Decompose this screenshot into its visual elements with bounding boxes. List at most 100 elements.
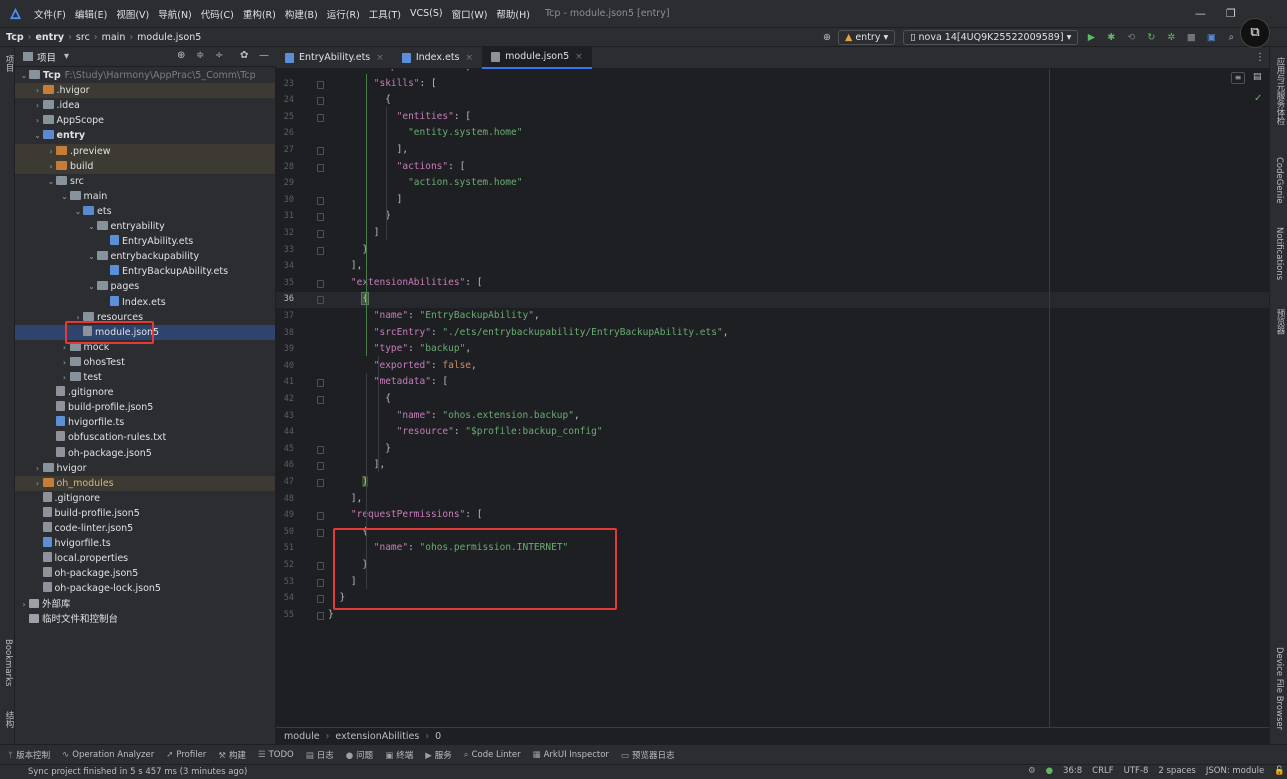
tree-item-entrybackupability[interactable]: ⌄ entrybackupability xyxy=(15,249,275,264)
chevron-down-icon[interactable]: ⌄ xyxy=(46,174,56,189)
tool-profiler[interactable]: ➚ Profiler xyxy=(166,750,206,760)
chevron-down-icon[interactable]: ⌄ xyxy=(60,189,70,204)
fold-marker-icon[interactable] xyxy=(317,113,324,122)
file-encoding[interactable]: UTF-8 xyxy=(1124,766,1149,776)
gear-icon[interactable]: ✿ xyxy=(240,50,248,61)
crumb-index[interactable]: 0 xyxy=(435,731,441,742)
device-dropdown[interactable]: ▯ nova 14[4UQ9K25522009589] ▾ xyxy=(903,30,1079,45)
nav-crumb-main[interactable]: main xyxy=(102,32,126,43)
fold-marker-icon[interactable] xyxy=(317,445,324,454)
device-file-browser-tool-button[interactable]: Device File Browser xyxy=(1274,647,1284,730)
chevron-down-icon[interactable]: ⌄ xyxy=(87,279,97,294)
restore-icon[interactable]: ❐ xyxy=(1226,7,1236,20)
nav-crumb-module[interactable]: entry xyxy=(35,32,64,43)
tree-item-tcp[interactable]: ⌄ Tcp F:\Study\Harmony\AppPrac\5_Comm\Tcp xyxy=(15,68,275,83)
app-services-tool-button[interactable]: 应用与元服务体检 xyxy=(1274,57,1286,125)
project-tool-window-button[interactable]: 项目 xyxy=(3,55,15,72)
fold-marker-icon[interactable] xyxy=(317,97,324,106)
tree-item-build[interactable]: › build xyxy=(15,158,275,174)
tree-item-hvigorfile-ts[interactable]: hvigorfile.ts xyxy=(15,536,275,551)
tool-services[interactable]: ▶ 服务 xyxy=(425,749,452,761)
tree-item-preview[interactable]: › .preview xyxy=(15,143,275,159)
tool-code-linter[interactable]: ⌕ Code Linter xyxy=(464,750,521,760)
menu-build[interactable]: 构建(B) xyxy=(285,7,318,21)
tree-item-hvigor[interactable]: › hvigor xyxy=(15,461,275,476)
tree-item-gitignore[interactable]: .gitignore xyxy=(15,385,275,400)
nav-crumb-src[interactable]: src xyxy=(76,32,90,43)
tree-item-build-profile-json5[interactable]: build-profile.json5 xyxy=(15,400,275,415)
chevron-right-icon[interactable]: › xyxy=(33,98,43,113)
chevron-right-icon[interactable]: › xyxy=(46,144,56,159)
tree-item-oh-package-lock-json5[interactable]: oh-package-lock.json5 xyxy=(15,581,275,596)
fold-marker-icon[interactable] xyxy=(317,230,324,238)
line-separator[interactable]: CRLF xyxy=(1092,766,1113,776)
collapse-all-icon[interactable]: ÷ xyxy=(215,50,223,61)
project-panel-title[interactable]: 项目 xyxy=(37,50,56,64)
chevron-down-icon[interactable]: ⌄ xyxy=(87,249,97,264)
more-tabs-icon[interactable]: ⋮ xyxy=(1255,52,1265,63)
chevron-down-icon[interactable]: ▾ xyxy=(64,51,69,62)
tree-item-[interactable]: › 外部库 xyxy=(15,597,275,612)
menu-vcs[interactable]: VCS(S) xyxy=(410,8,443,19)
fold-marker-icon[interactable] xyxy=(317,296,324,305)
preview-icon[interactable]: ▤ xyxy=(1253,72,1262,82)
plugin-icon[interactable]: ⚙ xyxy=(1028,766,1036,776)
menu-refactor[interactable]: 重构(R) xyxy=(243,7,276,21)
search-icon[interactable]: ⌕ xyxy=(1224,31,1238,45)
tree-item-gitignore[interactable]: .gitignore xyxy=(15,491,275,506)
tree-item-main[interactable]: ⌄ main xyxy=(15,189,275,204)
structure-tool-button[interactable]: 结构 xyxy=(3,711,15,728)
run-icon[interactable]: ▶ xyxy=(1084,31,1098,45)
bookmarks-tool-button[interactable]: Bookmarks xyxy=(3,639,13,687)
tree-item-oh-package-json5[interactable]: oh-package.json5 xyxy=(15,566,275,581)
menu-navigate[interactable]: 导航(N) xyxy=(158,7,192,21)
status-message[interactable]: Sync project finished in 5 s 457 ms (3 m… xyxy=(28,767,247,777)
tree-item-appscope[interactable]: › AppScope xyxy=(15,113,275,128)
menu-window[interactable]: 窗口(W) xyxy=(452,7,488,21)
close-icon[interactable]: × xyxy=(466,53,474,63)
notifications-tool-button[interactable]: Notifications xyxy=(1274,227,1284,280)
menu-run[interactable]: 运行(R) xyxy=(327,7,360,21)
tool-operation-analyzer[interactable]: ∿ Operation Analyzer xyxy=(62,750,154,760)
screenshot-tool-icon[interactable]: ⧉ xyxy=(1240,18,1270,48)
tool-problems[interactable]: ● 问题 xyxy=(346,749,373,761)
nav-crumb-project[interactable]: Tcp xyxy=(6,32,24,43)
debug-icon[interactable]: ✱ xyxy=(1104,31,1118,45)
fold-marker-icon[interactable] xyxy=(317,611,324,620)
tree-item-entrybackupability-ets[interactable]: EntryBackupAbility.ets xyxy=(15,264,275,279)
fold-marker-icon[interactable] xyxy=(317,163,324,172)
tree-item-oh-package-json5[interactable]: oh-package.json5 xyxy=(15,446,275,461)
tree-item-entry[interactable]: ⌄ entry xyxy=(15,128,275,143)
fold-marker-icon[interactable] xyxy=(317,80,324,89)
fold-marker-icon[interactable] xyxy=(317,379,324,388)
tool-build[interactable]: ⚒ 构建 xyxy=(218,749,246,761)
chevron-down-icon[interactable]: ⌄ xyxy=(73,204,83,219)
previewer-tool-button[interactable]: 预览器 xyxy=(1274,309,1286,335)
attach-debugger-icon[interactable]: ✲ xyxy=(1164,31,1178,45)
fold-marker-icon[interactable] xyxy=(317,595,324,604)
stop-icon[interactable]: ■ xyxy=(1184,31,1198,45)
close-icon[interactable]: × xyxy=(575,52,583,62)
code-editor[interactable]: ≡ ▤ ✓ 22 23 24 25 26 27 28 29 30 31 32 33 34 35 36 37 38… xyxy=(276,69,1269,727)
tree-item-build-profile-json5[interactable]: build-profile.json5 xyxy=(15,506,275,521)
codegenie-tool-button[interactable]: CodeGenie xyxy=(1274,157,1284,204)
fold-marker-icon[interactable] xyxy=(317,213,324,222)
fold-marker-icon[interactable] xyxy=(317,562,324,570)
nav-crumb-file[interactable]: module.json5 xyxy=(137,32,201,43)
fold-marker-icon[interactable] xyxy=(317,147,324,155)
fold-marker-icon[interactable] xyxy=(317,479,324,487)
tool-arkui-inspector[interactable]: ▦ ArkUI Inspector xyxy=(533,750,609,760)
menu-file[interactable]: 文件(F) xyxy=(34,7,66,21)
status-ok-icon[interactable]: ● xyxy=(1046,766,1053,776)
menu-code[interactable]: 代码(C) xyxy=(201,7,234,21)
lock-icon[interactable]: 🔓 xyxy=(1274,766,1285,776)
indent-setting[interactable]: 2 spaces xyxy=(1158,766,1195,776)
fold-marker-icon[interactable] xyxy=(317,396,324,404)
tree-item-[interactable]: 临时文件和控制台 xyxy=(15,612,275,627)
tree-item-obfuscation-rules-txt[interactable]: obfuscation-rules.txt xyxy=(15,430,275,445)
fold-marker-icon[interactable] xyxy=(317,528,324,537)
chevron-right-icon[interactable]: › xyxy=(60,355,70,370)
tool-terminal[interactable]: ▣ 终端 xyxy=(385,749,413,761)
tree-item-test[interactable]: › test xyxy=(15,370,275,385)
tree-item-code-linter-json5[interactable]: code-linter.json5 xyxy=(15,521,275,536)
